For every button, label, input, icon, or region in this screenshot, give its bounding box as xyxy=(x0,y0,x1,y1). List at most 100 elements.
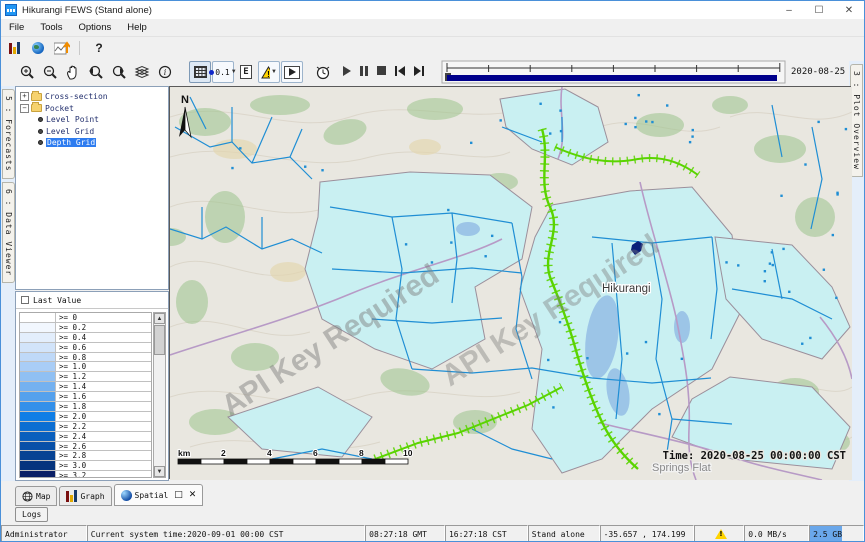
zoom-previous-icon xyxy=(88,65,104,80)
help-button[interactable]: ? xyxy=(88,38,110,57)
bullet-icon xyxy=(38,140,43,145)
tab-close-icon[interactable]: ✕ xyxy=(189,490,197,500)
blue-globe-icon xyxy=(121,490,132,501)
legend-row: >= 2.2 xyxy=(20,422,151,432)
minimize-button[interactable]: – xyxy=(774,1,804,19)
warning-triangle-icon: ! xyxy=(261,66,270,79)
scroll-up-icon[interactable]: ▲ xyxy=(154,313,165,324)
thresholds-dropdown-button[interactable]: ! ▼ xyxy=(258,61,280,83)
animation-dialog-button[interactable] xyxy=(281,61,303,83)
clock-icon xyxy=(315,65,330,80)
step-forward-button[interactable] xyxy=(414,66,424,79)
tree-item-level-grid[interactable]: Level Grid xyxy=(16,126,168,138)
status-text: Stand alone xyxy=(532,530,585,539)
timeline-slider[interactable] xyxy=(441,60,786,84)
menu-tools[interactable]: Tools xyxy=(32,19,70,36)
play-button[interactable] xyxy=(342,66,351,79)
menu-file[interactable]: File xyxy=(1,19,32,36)
legend-swatch xyxy=(20,353,56,362)
scroll-down-icon[interactable]: ▼ xyxy=(154,466,165,477)
area-label: Springs Flat xyxy=(652,462,711,474)
legend-row: >= 1.6 xyxy=(20,392,151,402)
tree-label: Level Grid xyxy=(46,127,94,136)
town-label: Hikurangi xyxy=(602,283,651,295)
status-warning-cell[interactable] xyxy=(694,525,744,542)
legend-row: >= 1.4 xyxy=(20,382,151,392)
status-text: 0.0 MB/s xyxy=(748,530,787,539)
legend-row: >= 0.6 xyxy=(20,343,151,353)
tree-item-level-point[interactable]: Level Point xyxy=(16,114,168,126)
map-viewport[interactable]: API Key Required API Key Required N Hiku… xyxy=(169,86,851,479)
tree-item-cross-section[interactable]: + Cross-section xyxy=(16,91,168,103)
legend-list: >= 0>= 0.2>= 0.4>= 0.6>= 0.8>= 1.0>= 1.2… xyxy=(19,312,152,478)
layers-icon xyxy=(134,65,150,79)
threshold-dropdown[interactable]: 0.1 ▼ xyxy=(212,61,234,83)
stop-button[interactable] xyxy=(377,66,386,78)
layers-button[interactable] xyxy=(131,61,153,83)
tree-item-pocket[interactable]: −Pocket xyxy=(16,103,168,115)
legend-label: >= 0.2 xyxy=(56,323,86,332)
pan-button[interactable] xyxy=(62,61,84,83)
chevron-down-icon: ▼ xyxy=(271,69,277,75)
panel-tab-6-data-viewer[interactable]: 6 : Data Viewer xyxy=(2,182,15,283)
zoom-next-button[interactable] xyxy=(108,61,130,83)
last-value-checkbox[interactable] xyxy=(21,296,29,304)
status-text: 16:27:18 CST xyxy=(449,530,507,539)
scale-button[interactable]: E xyxy=(235,61,257,83)
map-toolbar: i 0.1 ▼ E ! ▼ xyxy=(15,58,865,86)
logs-button[interactable]: Logs xyxy=(15,507,48,522)
legend-row: >= 1.2 xyxy=(20,372,151,382)
legend-label: >= 3.0 xyxy=(56,461,86,470)
legend-row: >= 0 xyxy=(20,313,151,323)
timeseries-icon xyxy=(54,41,70,55)
map-display-button[interactable] xyxy=(27,38,49,57)
globe-icon xyxy=(32,42,44,54)
legend-row: >= 1.0 xyxy=(20,362,151,372)
close-button[interactable]: ✕ xyxy=(834,1,864,19)
legend-label: >= 2.2 xyxy=(56,422,86,431)
tree-label: Level Point xyxy=(46,115,99,124)
play-box-icon xyxy=(284,66,300,79)
tree-item-depth-grid[interactable]: Depth Grid xyxy=(16,137,168,149)
zoom-in-button[interactable] xyxy=(16,61,38,83)
status-cell-5: -35.657 , 174.199 xyxy=(600,525,695,542)
animation-timer-button[interactable] xyxy=(311,61,333,83)
collapse-icon[interactable]: − xyxy=(20,104,29,113)
zoom-out-button[interactable] xyxy=(39,61,61,83)
window-title: Hikurangi FEWS (Stand alone) xyxy=(22,5,152,16)
zoom-out-icon xyxy=(43,65,58,80)
legend-panel: Last Value >= 0>= 0.2>= 0.4>= 0.6>= 0.8>… xyxy=(15,291,169,481)
legend-scrollbar[interactable]: ▲ ▼ xyxy=(153,312,166,478)
tree-label: Cross-section xyxy=(45,92,108,101)
grid-toggle-button[interactable] xyxy=(189,61,211,83)
tab-spatial[interactable]: Spatial□✕ xyxy=(114,484,204,506)
stop-icon xyxy=(377,66,386,75)
folder-icon xyxy=(31,93,42,101)
timeseries-display-button[interactable] xyxy=(51,38,73,57)
legend-swatch xyxy=(20,422,56,431)
legend-swatch xyxy=(20,362,56,371)
bottom-tab-bar: MapGraphSpatial□✕ xyxy=(15,482,865,506)
legend-swatch xyxy=(20,451,56,460)
tab-map[interactable]: Map xyxy=(15,486,57,506)
expand-icon[interactable]: + xyxy=(20,92,29,101)
tab-graph[interactable]: Graph xyxy=(59,486,111,506)
menu-help[interactable]: Help xyxy=(119,19,155,36)
help-icon: ? xyxy=(95,41,102,55)
top-toolbar: ? xyxy=(1,37,864,58)
scrollbar-thumb[interactable] xyxy=(154,325,165,355)
tab-float-icon[interactable]: □ xyxy=(174,490,183,500)
panel-tab-5-forecasts[interactable]: 5 : Forecasts xyxy=(2,89,15,179)
menu-options[interactable]: Options xyxy=(71,19,120,36)
folder-icon xyxy=(31,104,42,112)
tab-label: Graph xyxy=(80,492,104,501)
pause-button[interactable] xyxy=(360,66,368,79)
maximize-button[interactable]: ☐ xyxy=(804,1,834,19)
legend-swatch xyxy=(20,333,56,342)
zoom-previous-button[interactable] xyxy=(85,61,107,83)
info-button[interactable]: i xyxy=(154,61,176,83)
step-back-button[interactable] xyxy=(395,66,405,79)
legend-swatch xyxy=(20,442,56,451)
forecast-manager-button[interactable] xyxy=(3,38,25,57)
status-cell-7: 0.0 MB/s xyxy=(744,525,809,542)
